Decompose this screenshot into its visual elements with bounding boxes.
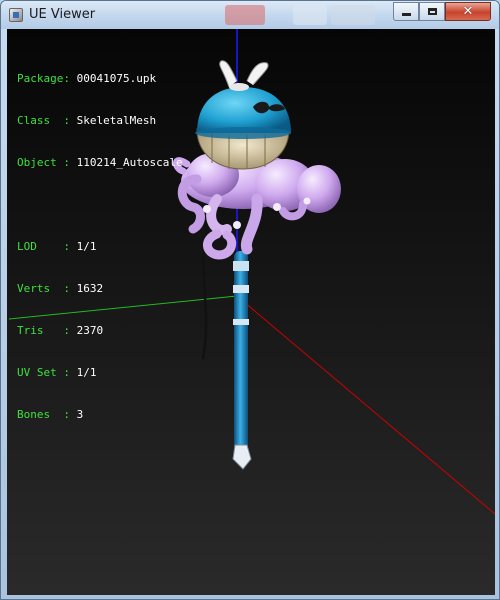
app-window: UE Viewer ✕ Package: 00041075.upk Class …	[0, 0, 500, 600]
x-axis-line	[236, 295, 495, 515]
info-label: LOD :	[17, 240, 70, 253]
minimize-button[interactable]	[393, 2, 419, 21]
tentacles	[172, 153, 341, 260]
staff-ring	[233, 285, 249, 293]
info-label: Package:	[17, 72, 70, 85]
minimize-icon	[401, 13, 411, 16]
info-label: Class :	[17, 114, 70, 127]
background-blur-decoration	[293, 5, 327, 25]
info-row-verts: Verts : 1632	[17, 282, 183, 296]
mesh-info-panel: Package: 00041075.upk Class : SkeletalMe…	[17, 44, 183, 450]
info-row-object: Object : 110214_Autoscale	[17, 156, 183, 170]
close-icon: ✕	[462, 4, 474, 19]
info-row-bones: Bones : 3	[17, 408, 183, 422]
background-blur-decoration	[225, 5, 265, 25]
info-label: Bones :	[17, 408, 70, 421]
3d-viewport[interactable]: Package: 00041075.upk Class : SkeletalMe…	[7, 29, 495, 595]
info-value: 00041075.upk	[76, 72, 157, 85]
info-row-package: Package: 00041075.upk	[17, 72, 183, 86]
info-value: 1/1	[76, 240, 97, 253]
maximize-icon	[427, 8, 437, 15]
close-button[interactable]: ✕	[445, 2, 491, 21]
info-label: Verts :	[17, 282, 70, 295]
title-bar[interactable]: UE Viewer ✕	[1, 1, 499, 29]
info-value: 1/1	[76, 366, 97, 379]
info-row-uvset: UV Set : 1/1	[17, 366, 183, 380]
staff-tip	[232, 444, 252, 470]
info-value: 110214_Autoscale	[76, 156, 183, 169]
app-icon	[9, 8, 23, 22]
info-label: UV Set :	[17, 366, 70, 379]
staff-ring	[233, 261, 249, 271]
info-row-lod: LOD : 1/1	[17, 240, 183, 254]
window-title: UE Viewer	[29, 7, 96, 22]
staff-ring	[233, 319, 249, 325]
info-label: Object :	[17, 156, 70, 169]
background-blur-decoration	[331, 5, 375, 25]
info-row-spacer	[17, 198, 183, 212]
info-value: 1632	[76, 282, 104, 295]
info-label: Tris :	[17, 324, 70, 337]
info-value: SkeletalMesh	[76, 114, 157, 127]
info-value: 3	[76, 408, 84, 421]
info-value: 2370	[76, 324, 104, 337]
spout	[219, 60, 238, 88]
maximize-button[interactable]	[419, 2, 445, 21]
info-row-tris: Tris : 2370	[17, 324, 183, 338]
info-row-class: Class : SkeletalMesh	[17, 114, 183, 128]
staff-shaft	[234, 251, 248, 451]
